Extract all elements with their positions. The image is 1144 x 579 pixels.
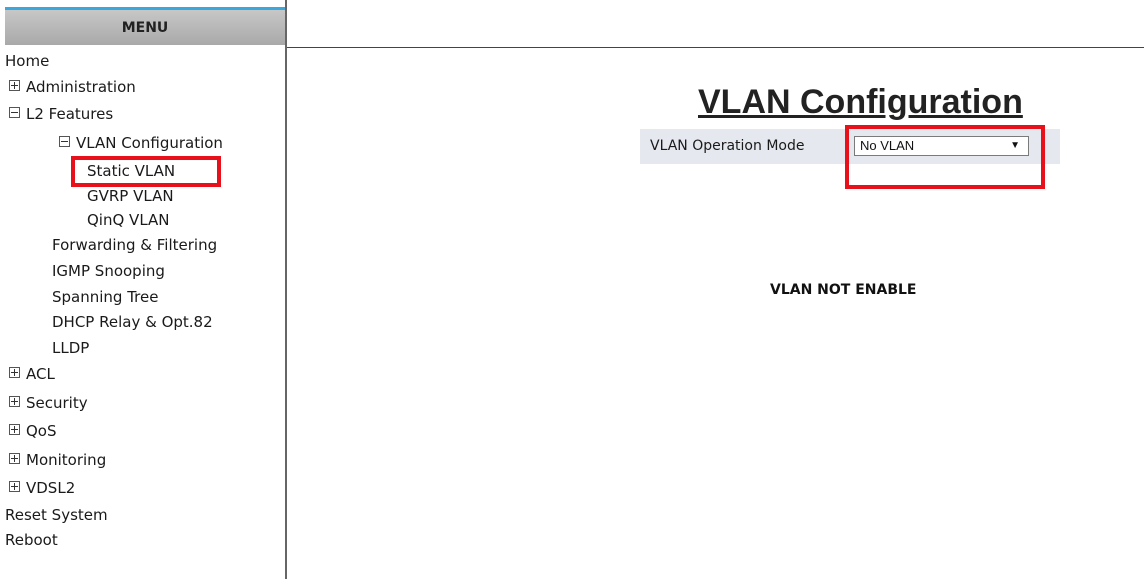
sidebar-item-gvrp-vlan[interactable]: GVRP VLAN	[87, 185, 174, 207]
sidebar-item-label: IGMP Snooping	[52, 262, 165, 280]
sidebar-item-vlan-configuration[interactable]: VLAN Configuration	[59, 132, 223, 154]
sidebar-item-label: GVRP VLAN	[87, 187, 174, 205]
expand-icon[interactable]	[9, 396, 20, 407]
sidebar-item-igmp-snooping[interactable]: IGMP Snooping	[52, 260, 165, 282]
expand-icon[interactable]	[9, 367, 20, 378]
sidebar-item-spanning-tree[interactable]: Spanning Tree	[52, 286, 158, 308]
header-divider	[287, 47, 1144, 48]
sidebar-item-home[interactable]: Home	[5, 50, 49, 72]
sidebar-item-forwarding-filtering[interactable]: Forwarding & Filtering	[52, 234, 217, 256]
sidebar-item-label: Home	[5, 52, 50, 70]
sidebar-item-reset-system[interactable]: Reset System	[5, 504, 108, 526]
expand-icon[interactable]	[9, 80, 20, 91]
sidebar-item-l2-features[interactable]: L2 Features	[9, 103, 113, 125]
sidebar-item-label: QoS	[26, 422, 57, 440]
sidebar: MENU Home Administration L2 Features VLA…	[0, 0, 285, 579]
sidebar-item-label: Security	[26, 394, 88, 412]
sidebar-item-acl[interactable]: ACL	[9, 363, 55, 385]
expand-icon[interactable]	[9, 424, 20, 435]
operation-mode-label: VLAN Operation Mode	[650, 138, 805, 154]
sidebar-item-label: L2 Features	[26, 105, 114, 123]
sidebar-item-label: QinQ VLAN	[87, 211, 170, 229]
menu-header-label: MENU	[121, 19, 169, 36]
sidebar-item-lldp[interactable]: LLDP	[52, 337, 89, 359]
static-vlan-highlight-box	[71, 156, 221, 187]
sidebar-item-label: Forwarding & Filtering	[52, 236, 218, 254]
sidebar-item-label: VDSL2	[26, 479, 76, 497]
sidebar-item-label: ACL	[26, 365, 55, 383]
sidebar-item-label: Monitoring	[26, 451, 107, 469]
mode-select-highlight-box	[845, 125, 1045, 189]
vlan-status-message: VLAN NOT ENABLE	[770, 282, 917, 298]
sidebar-item-label: Reboot	[5, 531, 58, 549]
sidebar-item-security[interactable]: Security	[9, 392, 88, 414]
sidebar-item-label: Reset System	[5, 506, 108, 524]
sidebar-item-qos[interactable]: QoS	[9, 420, 57, 442]
expand-icon[interactable]	[9, 453, 20, 464]
sidebar-item-label: Spanning Tree	[52, 288, 159, 306]
collapse-icon[interactable]	[59, 136, 70, 147]
sidebar-item-label: Administration	[26, 78, 136, 96]
sidebar-item-label: DHCP Relay & Opt.82	[52, 313, 213, 331]
sidebar-item-monitoring[interactable]: Monitoring	[9, 449, 106, 471]
expand-icon[interactable]	[9, 481, 20, 492]
sidebar-item-qinq-vlan[interactable]: QinQ VLAN	[87, 209, 170, 231]
page-title: VLAN Configuration	[698, 83, 1023, 121]
sidebar-item-vdsl2[interactable]: VDSL2	[9, 477, 75, 499]
sidebar-item-label: VLAN Configuration	[76, 134, 223, 152]
sidebar-item-dhcp-relay[interactable]: DHCP Relay & Opt.82	[52, 311, 213, 333]
sidebar-divider	[285, 0, 287, 579]
menu-header: MENU	[5, 7, 285, 45]
collapse-icon[interactable]	[9, 107, 20, 118]
sidebar-item-label: LLDP	[52, 339, 90, 357]
sidebar-item-administration[interactable]: Administration	[9, 76, 136, 98]
sidebar-item-reboot[interactable]: Reboot	[5, 529, 58, 551]
